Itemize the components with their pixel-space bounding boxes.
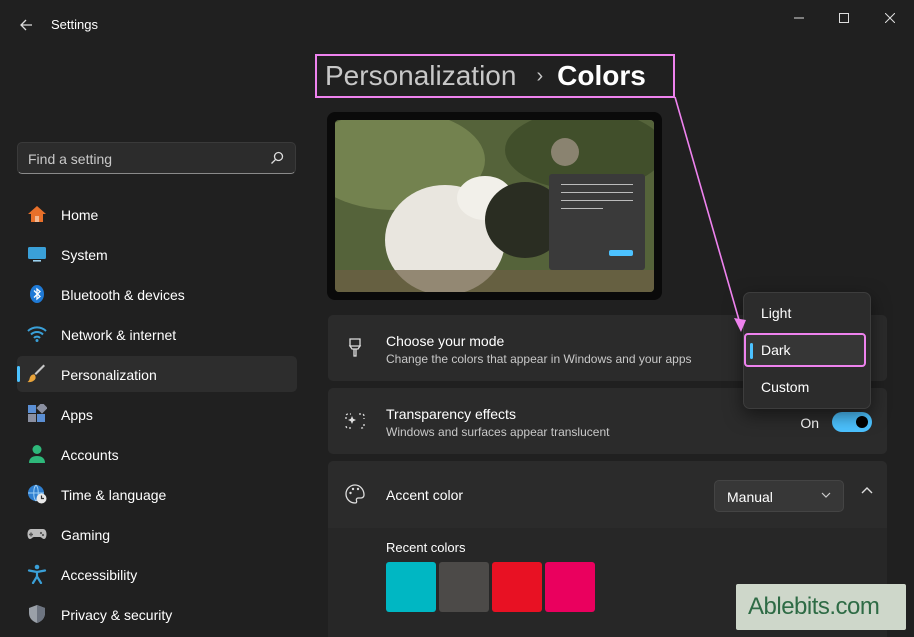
sidebar-item-label: Time & language <box>61 487 167 503</box>
accent-color-row[interactable]: Accent color Manual <box>328 461 887 528</box>
sidebar-item-label: Network & internet <box>61 327 177 343</box>
recent-color-swatch[interactable] <box>386 562 436 612</box>
minimize-icon <box>794 17 804 19</box>
sidebar-nav: Home System Bluetooth & devices Network … <box>17 196 297 636</box>
mode-option-dark[interactable]: Dark <box>744 333 866 367</box>
sidebar-item-gaming[interactable]: Gaming <box>17 516 297 552</box>
transparency-sparkle-icon <box>345 413 365 429</box>
sidebar-item-bluetooth[interactable]: Bluetooth & devices <box>17 276 297 312</box>
close-button[interactable] <box>878 8 902 28</box>
sidebar-item-label: Personalization <box>61 367 157 383</box>
search-placeholder: Find a setting <box>28 151 113 167</box>
selected-indicator <box>750 343 753 359</box>
back-arrow-icon <box>20 19 32 31</box>
sidebar-item-label: System <box>61 247 108 263</box>
mode-option-label: Light <box>761 305 792 321</box>
sidebar-item-time-language[interactable]: Time & language <box>17 476 297 512</box>
palette-icon <box>345 484 365 504</box>
shield-icon <box>29 605 45 623</box>
watermark-text: Ablebits.com <box>748 593 880 620</box>
breadcrumb-separator-icon: › <box>536 64 544 87</box>
active-indicator <box>17 366 20 382</box>
sidebar-item-accounts[interactable]: Accounts <box>17 436 297 472</box>
sidebar-item-accessibility[interactable]: Accessibility <box>17 556 297 592</box>
mode-option-custom[interactable]: Custom <box>748 371 866 403</box>
accent-mode-select[interactable]: Manual <box>714 480 844 512</box>
sidebar-item-label: Bluetooth & devices <box>61 287 185 303</box>
sidebar-item-home[interactable]: Home <box>17 196 297 232</box>
maximize-button[interactable] <box>832 8 856 28</box>
accent-color-title: Accent color <box>386 487 464 503</box>
title-bar: Settings <box>0 0 914 48</box>
home-icon <box>28 206 46 222</box>
accessibility-icon <box>27 564 47 584</box>
search-input[interactable]: Find a setting <box>17 142 296 174</box>
close-icon <box>885 13 895 23</box>
minimize-button[interactable] <box>787 8 811 28</box>
preview-line <box>561 200 633 201</box>
transparency-state-label: On <box>800 415 819 431</box>
settings-window: Settings Personalization › Colors Find a… <box>0 0 914 637</box>
mode-option-label: Dark <box>761 342 791 358</box>
recent-color-swatch[interactable] <box>439 562 489 612</box>
sidebar-item-privacy[interactable]: Privacy & security <box>17 596 297 632</box>
chevron-up-icon[interactable] <box>861 485 873 497</box>
mode-dropdown-menu: Light Dark Custom <box>743 292 871 409</box>
wallpaper-preview-image <box>335 120 654 292</box>
monitor-icon <box>28 247 46 262</box>
recent-color-swatch[interactable] <box>492 562 542 612</box>
gamepad-icon <box>27 529 47 539</box>
recent-color-swatch[interactable] <box>545 562 595 612</box>
transparency-title: Transparency effects <box>386 406 516 422</box>
search-icon <box>271 151 284 164</box>
sidebar-item-network[interactable]: Network & internet <box>17 316 297 352</box>
maximize-icon <box>839 13 849 23</box>
mode-option-light[interactable]: Light <box>748 297 866 329</box>
preview-window-card <box>549 174 645 270</box>
sidebar-item-label: Home <box>61 207 99 223</box>
bluetooth-icon <box>30 285 44 303</box>
sidebar-item-label: Apps <box>61 407 93 423</box>
transparency-description: Windows and surfaces appear translucent <box>386 425 610 439</box>
sidebar-item-personalization[interactable]: Personalization <box>17 356 297 392</box>
globe-clock-icon <box>28 484 47 504</box>
recent-colors-label: Recent colors <box>386 540 466 555</box>
mode-option-label: Custom <box>761 379 810 395</box>
sidebar-item-label: Accessibility <box>61 567 138 583</box>
chevron-down-icon <box>821 492 831 498</box>
accent-mode-value: Manual <box>727 489 773 505</box>
sidebar-item-label: Accounts <box>61 447 119 463</box>
page-heading: Personalization › Colors <box>315 54 675 98</box>
sidebar-item-label: Privacy & security <box>61 607 173 623</box>
preview-accent-button <box>609 250 633 256</box>
transparency-toggle[interactable] <box>832 412 872 432</box>
app-title: Settings <box>51 17 98 32</box>
paintbrush-icon <box>27 364 45 383</box>
sidebar-item-apps[interactable]: Apps <box>17 396 297 432</box>
back-button[interactable] <box>15 14 37 36</box>
ablebits-watermark-logo: Ablebits.com <box>736 584 906 630</box>
breadcrumb-current: Colors <box>557 60 646 91</box>
person-icon <box>29 445 45 463</box>
apps-icon <box>28 404 47 422</box>
toggle-knob <box>856 416 868 428</box>
theme-preview <box>327 112 662 300</box>
preview-line <box>561 208 603 209</box>
sidebar-item-label: Gaming <box>61 527 111 543</box>
breadcrumb-parent[interactable]: Personalization <box>325 60 516 92</box>
paint-brush-icon <box>348 338 362 357</box>
choose-mode-title: Choose your mode <box>386 333 505 349</box>
preview-line <box>561 192 633 193</box>
sidebar-item-system[interactable]: System <box>17 236 297 272</box>
choose-mode-description: Change the colors that appear in Windows… <box>386 352 692 366</box>
wifi-icon <box>27 326 47 342</box>
preview-line <box>561 184 633 185</box>
